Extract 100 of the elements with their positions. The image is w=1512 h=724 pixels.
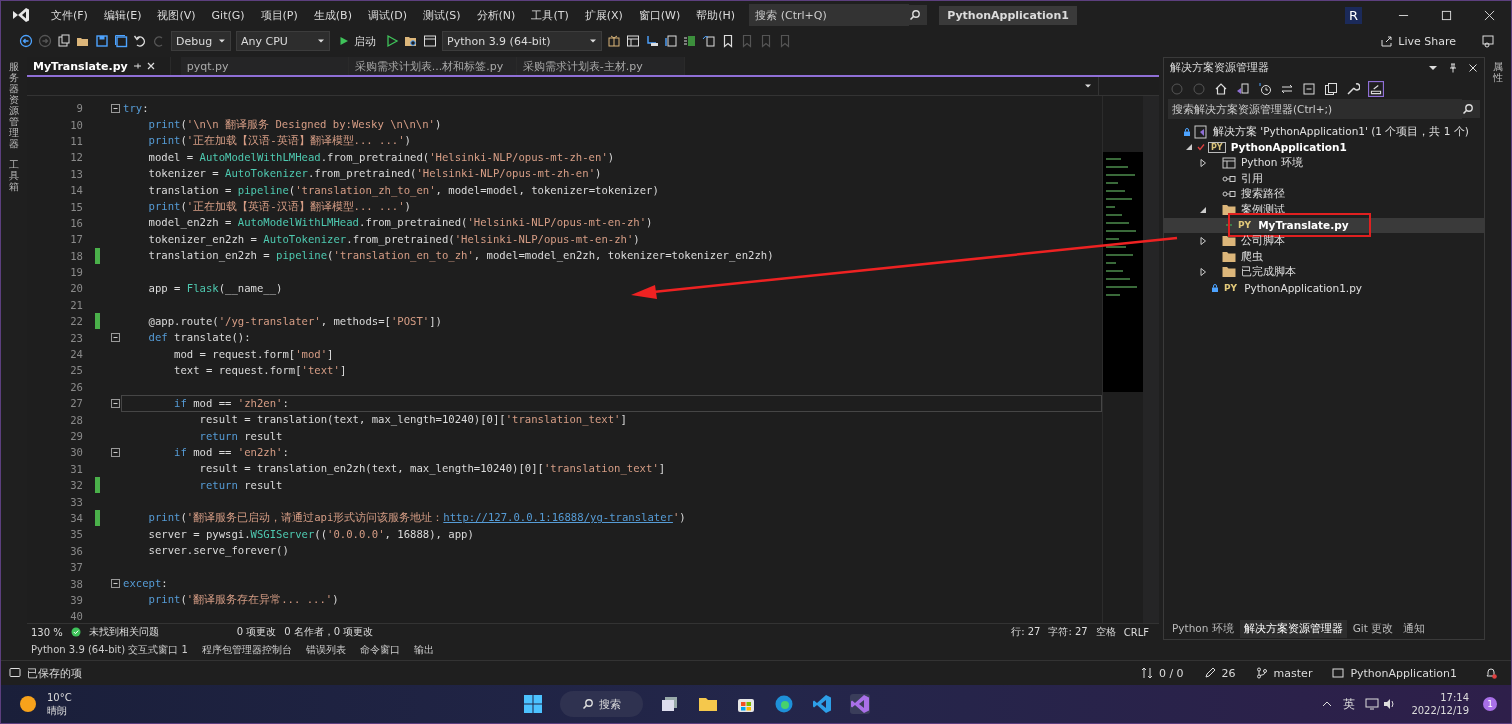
menu-item[interactable]: 编辑(E) [95, 7, 150, 23]
configuration-dropdown[interactable]: Debug [171, 31, 231, 51]
undo-icon[interactable] [133, 34, 147, 48]
search-field[interactable]: 搜索 (Ctrl+Q) [749, 4, 910, 26]
menu-item[interactable]: 工具(T) [523, 7, 577, 23]
indent-mode[interactable]: 空格 [1095, 625, 1116, 639]
save-icon[interactable] [95, 34, 109, 48]
expander-icon[interactable] [1199, 159, 1207, 167]
layout-icon[interactable] [626, 34, 640, 48]
pin-icon[interactable] [131, 61, 142, 71]
package-icon[interactable] [607, 34, 621, 48]
tree-item[interactable]: PY PythonApplication1 [1164, 139, 1484, 156]
panel-tab[interactable]: 通知 [1399, 620, 1430, 638]
branch-status[interactable]: master [1273, 666, 1313, 680]
tree-item[interactable]: Python 环境 [1164, 155, 1484, 171]
tool-window-tab[interactable]: 错误列表 [305, 643, 346, 657]
tool-window-tab[interactable]: 命令窗口 [359, 643, 400, 657]
start-button[interactable]: 启动 [335, 33, 380, 49]
code-link[interactable]: http://127.0.0.1:16888/yg-translater [443, 511, 673, 524]
close-icon[interactable] [1484, 9, 1495, 21]
menu-item[interactable]: 视图(V) [149, 7, 204, 23]
side-tab[interactable]: 属性 [1493, 61, 1503, 83]
uncomment-icon[interactable] [702, 34, 716, 48]
search-box[interactable]: 搜索 (Ctrl+Q) [749, 5, 928, 25]
start-menu-icon[interactable] [523, 694, 544, 714]
feedback-icon[interactable] [1481, 34, 1495, 48]
document-tab[interactable]: 采购需求计划表-主材.py [516, 57, 685, 75]
back-icon[interactable] [19, 34, 33, 48]
collapse-icon[interactable] [111, 447, 120, 457]
expander-icon[interactable] [1199, 236, 1207, 245]
code-minimap[interactable] [1102, 96, 1143, 623]
tool-window-tab[interactable]: 输出 [413, 643, 434, 657]
network-icon[interactable] [1365, 697, 1380, 711]
wrench-icon[interactable] [1346, 82, 1360, 96]
authors-status[interactable]: 0 名作者，0 项更改 [284, 625, 374, 639]
tool-window-tab[interactable]: Python 3.9 (64-bit) 交互式窗口 1 [31, 643, 188, 657]
menu-item[interactable]: Git(G) [203, 8, 253, 22]
repository-status[interactable]: PythonApplication1 [1350, 666, 1457, 680]
dropdown-icon[interactable] [1428, 63, 1438, 73]
platform-dropdown[interactable]: Any CPU [236, 31, 330, 51]
bell-icon[interactable] [1485, 667, 1497, 679]
close-icon[interactable] [1468, 63, 1478, 73]
sync-icon[interactable] [1280, 82, 1294, 96]
clock-time[interactable]: 17:14 [1440, 691, 1469, 704]
side-tab[interactable]: 服务器资源管理器 [9, 61, 19, 149]
show-all-files-icon[interactable] [1324, 82, 1338, 96]
maximize-icon[interactable] [1441, 9, 1452, 21]
home-icon[interactable] [1214, 82, 1228, 96]
collapse-all-icon[interactable] [1302, 82, 1316, 96]
new-project-icon[interactable] [57, 34, 71, 48]
switch-views-icon[interactable] [1236, 82, 1250, 96]
edits-status[interactable]: 26 [1221, 666, 1236, 680]
document-icon[interactable] [664, 34, 678, 48]
expander-icon[interactable] [1185, 143, 1193, 152]
taskbar-search-button[interactable]: 搜索 [560, 691, 644, 717]
menu-item[interactable]: 调试(D) [359, 7, 415, 23]
save-all-icon[interactable] [114, 34, 128, 48]
step-icon[interactable] [645, 34, 659, 48]
run-without-debug-icon[interactable] [385, 34, 399, 48]
tool-window-tab[interactable]: 程序包管理器控制台 [201, 643, 292, 657]
collapse-icon[interactable] [111, 579, 120, 588]
zoom-level[interactable]: 130 % [31, 626, 63, 638]
input-method-indicator[interactable]: 英 [1343, 695, 1356, 713]
line-ending[interactable]: CRLF [1123, 626, 1149, 638]
scrollbar[interactable] [1143, 96, 1159, 623]
ide-icon[interactable] [850, 694, 871, 714]
sync-status[interactable]: 0 / 0 [1158, 666, 1184, 680]
pin-icon[interactable] [1448, 63, 1458, 73]
comment-icon[interactable] [683, 34, 697, 48]
bookmark-icon[interactable] [721, 34, 735, 48]
panel-tab[interactable]: Git 更改 [1348, 620, 1398, 638]
live-share-button[interactable]: Live Share [1375, 33, 1462, 49]
preview-icon[interactable] [1368, 81, 1384, 97]
expander-icon[interactable] [1199, 205, 1207, 214]
panel-tab[interactable]: Python 环境 [1168, 620, 1238, 638]
environment-dropdown[interactable]: Python 3.9 (64-bit) [442, 31, 602, 51]
account-badge[interactable]: R [1344, 6, 1362, 24]
code-editor-icon[interactable] [812, 694, 833, 714]
panel-tab[interactable]: 解决方案资源管理器 [1239, 620, 1347, 638]
document-tab[interactable]: pyqt.py [180, 57, 349, 75]
tree-item[interactable]: 公司脚本 [1164, 233, 1484, 249]
tree-item[interactable]: 搜索路径 [1164, 186, 1484, 202]
collapse-icon[interactable] [111, 103, 120, 113]
menu-item[interactable]: 分析(N) [468, 7, 524, 23]
menu-item[interactable]: 窗口(W) [630, 7, 689, 23]
window-layout-icon[interactable] [423, 34, 437, 48]
expander-icon[interactable] [1199, 268, 1207, 277]
changes-status[interactable]: 0 项更改 [236, 625, 277, 639]
menu-item[interactable]: 文件(F) [43, 7, 96, 23]
browser-icon[interactable] [774, 694, 795, 714]
menu-item[interactable]: 生成(B) [305, 7, 360, 23]
history-icon[interactable] [1258, 82, 1272, 96]
side-tab[interactable]: 工具箱 [9, 159, 19, 192]
browse-icon[interactable] [404, 34, 418, 48]
tree-item[interactable]: 解决方案 'PythonApplication1' (1 个项目，共 1 个) [1164, 124, 1484, 140]
collapse-icon[interactable] [111, 398, 120, 408]
dropdown-caret-icon[interactable] [1084, 82, 1092, 90]
close-icon[interactable] [145, 61, 156, 71]
document-tab[interactable]: 采购需求计划表...材和标签.py [348, 57, 517, 75]
issues-status[interactable]: 未找到相关问题 [88, 625, 159, 639]
